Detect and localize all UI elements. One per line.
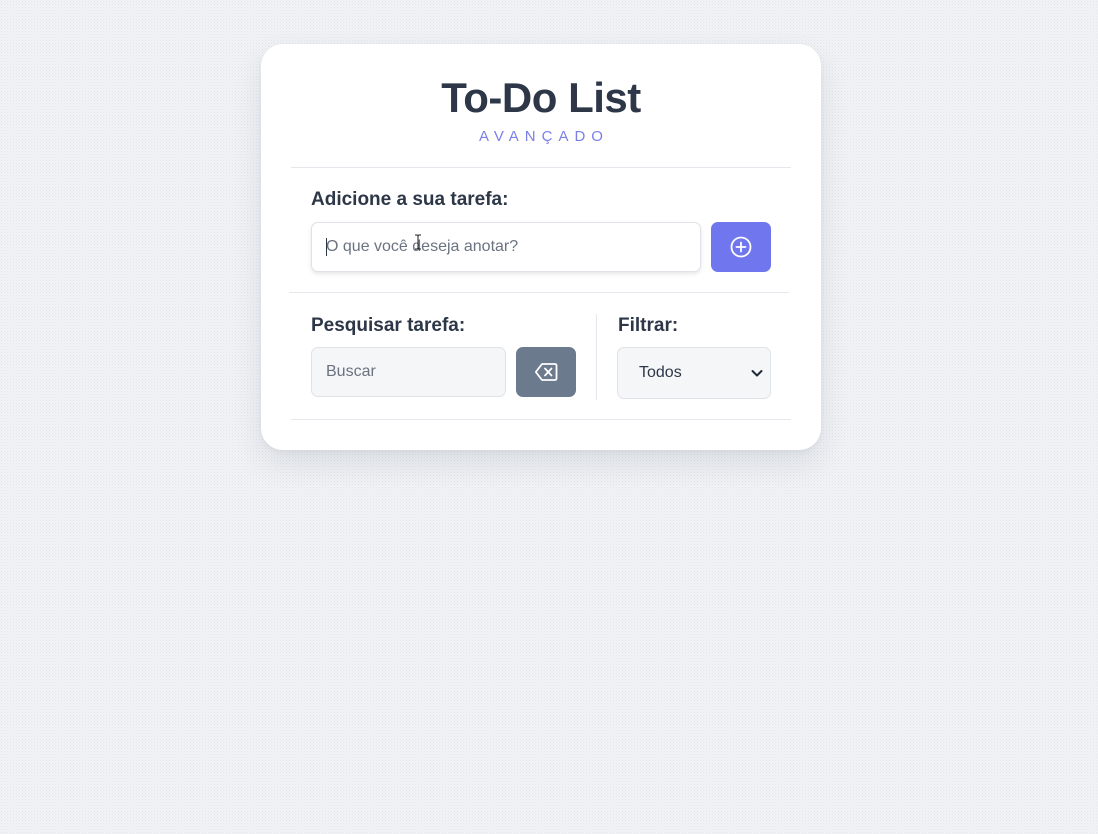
filter-selected-value: Todos — [639, 364, 682, 381]
search-input[interactable] — [311, 347, 506, 397]
text-cursor-icon — [415, 234, 421, 250]
todo-card: To-Do List AVANÇADO Adicione a sua taref… — [261, 44, 821, 450]
header: To-Do List AVANÇADO — [261, 44, 821, 168]
clear-search-button[interactable] — [516, 347, 576, 397]
search-label: Pesquisar tarefa: — [311, 315, 466, 336]
text-caret — [326, 238, 327, 256]
filter-select[interactable]: Todos — [617, 347, 771, 399]
bottom-divider — [291, 419, 791, 420]
page-subtitle: AVANÇADO — [479, 128, 609, 145]
plus-circle-icon — [730, 236, 752, 258]
add-task-button[interactable] — [711, 222, 771, 272]
section-divider — [289, 292, 789, 293]
header-divider — [291, 167, 791, 168]
add-task-label: Adicione a sua tarefa: — [311, 189, 509, 210]
vertical-divider — [596, 314, 597, 400]
filter-label: Filtrar: — [618, 315, 679, 336]
add-task-input[interactable] — [311, 222, 701, 272]
backspace-icon — [534, 363, 558, 381]
chevron-down-icon — [751, 370, 763, 377]
page-title: To-Do List — [441, 74, 641, 121]
